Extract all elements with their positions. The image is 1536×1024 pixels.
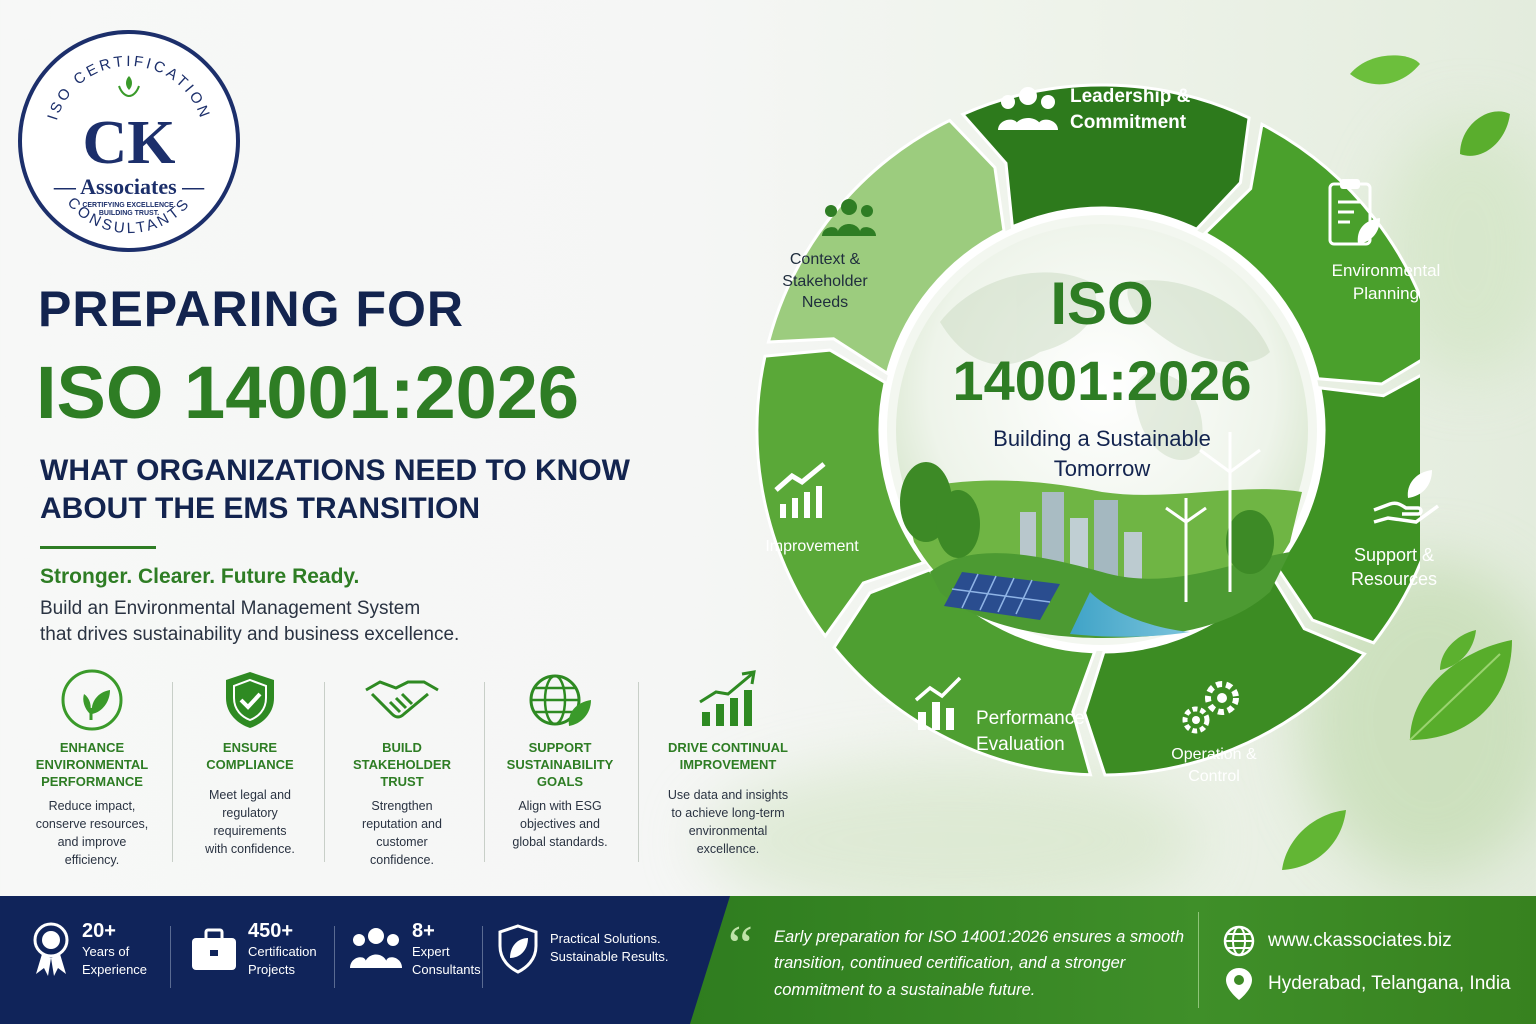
center-subtitle-1: Building a Sustainable	[993, 426, 1211, 451]
center-title-iso: ISO	[1050, 270, 1153, 337]
benefit-sustainability-goals: SUPPORT SUSTAINABILITY GOALS Align with ES…	[490, 668, 630, 851]
location-pin-icon	[1226, 968, 1252, 1000]
segment-leadership: Leadership & Commitment	[1070, 86, 1191, 133]
divider	[40, 546, 156, 549]
stat-years: 20+ Years of Experience	[30, 920, 147, 979]
headline-standard: ISO 14001:2026	[36, 351, 580, 434]
footer-divider	[1198, 912, 1199, 1008]
stat-solutions: Practical Solutions. Sustainable Results.	[496, 920, 669, 974]
tagline: Stronger. Clearer. Future Ready.	[40, 565, 360, 588]
benefit-stakeholder-trust: BUILD STAKEHOLDER TRUST Strengthen reputati…	[332, 668, 472, 869]
hand-leaf-icon	[1373, 470, 1440, 524]
logo-initials: CK	[82, 109, 176, 177]
logo-tagline: CERTIFYING EXCELLENCE. BUILDING TRUST.	[82, 202, 176, 218]
handshake-icon	[332, 668, 472, 732]
description: Build an Environmental Management System…	[40, 598, 460, 645]
people-icon	[998, 87, 1058, 130]
quote-mark: “	[728, 915, 753, 977]
shield-check-icon	[180, 668, 320, 732]
gears-icon	[1182, 681, 1239, 734]
improvement-chart-icon	[774, 462, 826, 518]
headline-preparing: PREPARING FOR	[38, 281, 464, 337]
segment-support: Support & Resources	[1350, 545, 1438, 590]
location: Hyderabad, Telangana, India	[1222, 966, 1511, 1002]
globe-leaf-icon	[490, 668, 630, 732]
center-subtitle-2: Tomorrow	[1054, 456, 1151, 481]
globe-icon	[1223, 925, 1255, 957]
logo-name: — Associates —	[53, 174, 205, 199]
segment-context: Context & Stakeholder Needs	[782, 251, 868, 312]
stat-consultants: 8+ Expert Consultants	[350, 920, 481, 979]
footer-quote: Early preparation for ISO 14001:2026 ens…	[774, 928, 1184, 999]
team-icon	[350, 928, 402, 968]
shield-leaf-icon	[498, 924, 538, 974]
stat-projects: 450+ Certification Projects	[190, 920, 317, 979]
briefcase-icon	[192, 928, 236, 970]
stat-divider	[334, 926, 335, 988]
benefit-divider	[324, 682, 325, 862]
award-ribbon-icon	[33, 922, 69, 976]
company-logo: ISO CERTIFICATION CONSULTANTS CK — Assoc…	[18, 30, 240, 252]
leaf-circle-icon	[22, 668, 162, 732]
segment-operation: Operation & Control	[1171, 746, 1257, 785]
leaf-decoration	[1409, 630, 1512, 741]
stat-divider	[170, 926, 171, 988]
benefit-ensure-compliance: ENSURE COMPLIANCE Meet legal and regulator…	[180, 668, 320, 859]
segment-planning: Environmental Planning	[1331, 261, 1441, 303]
website-link[interactable]: www.ckassociates.biz	[1222, 924, 1452, 958]
hands-leaf-icon	[118, 76, 140, 98]
stakeholders-icon	[822, 199, 876, 236]
location-text: Hyderabad, Telangana, India	[1268, 973, 1511, 994]
website-text[interactable]: www.ckassociates.biz	[1268, 930, 1452, 952]
stat-divider	[482, 926, 483, 988]
leaf-decoration	[1350, 55, 1510, 156]
benefit-divider	[638, 682, 639, 862]
subheadline: WHAT ORGANIZATIONS NEED TO KNOW ABOUT TH…	[40, 454, 630, 526]
segment-improvement: Improvement	[765, 538, 859, 555]
center-title-number: 14001:2026	[953, 349, 1252, 412]
leaf-decoration	[1282, 810, 1346, 870]
benefit-divider	[172, 682, 173, 862]
benefit-divider	[484, 682, 485, 862]
segment-performance: Performance Evaluation	[976, 708, 1085, 755]
benefit-enhance-performance: ENHANCE ENVIRONMENTAL PERFORMANCE Reduce i…	[22, 668, 162, 869]
performance-chart-icon	[914, 676, 962, 730]
